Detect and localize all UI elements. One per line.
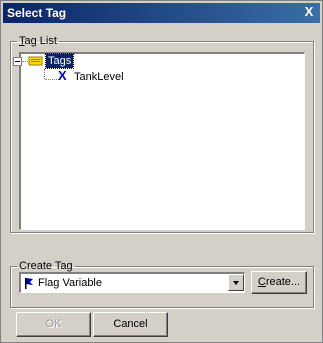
create-button[interactable]: Create... xyxy=(251,271,307,294)
create-tag-legend: Create Tag xyxy=(19,260,73,272)
tag-list-legend: Tag List xyxy=(19,35,57,47)
tree-connector xyxy=(45,79,59,81)
tag-type-value: Flag Variable xyxy=(38,277,102,289)
chevron-down-icon[interactable] xyxy=(228,274,244,291)
ok-button[interactable]: OK xyxy=(16,312,91,337)
title-bar[interactable]: Select Tag X xyxy=(3,3,320,23)
flag-icon xyxy=(25,278,33,289)
tag-folder-icon xyxy=(28,56,43,66)
close-icon[interactable]: X xyxy=(301,5,317,19)
window-title: Select Tag xyxy=(7,6,67,20)
tree-node-tanklevel[interactable]: TankLevel xyxy=(74,70,124,84)
variable-x-icon: X xyxy=(58,68,67,83)
tag-type-select[interactable]: Flag Variable xyxy=(19,272,245,293)
tree-connector xyxy=(44,69,46,79)
cancel-button[interactable]: Cancel xyxy=(93,312,168,337)
collapse-toggle-icon[interactable] xyxy=(13,57,22,66)
tree-node-tags[interactable]: Tags xyxy=(44,53,75,69)
